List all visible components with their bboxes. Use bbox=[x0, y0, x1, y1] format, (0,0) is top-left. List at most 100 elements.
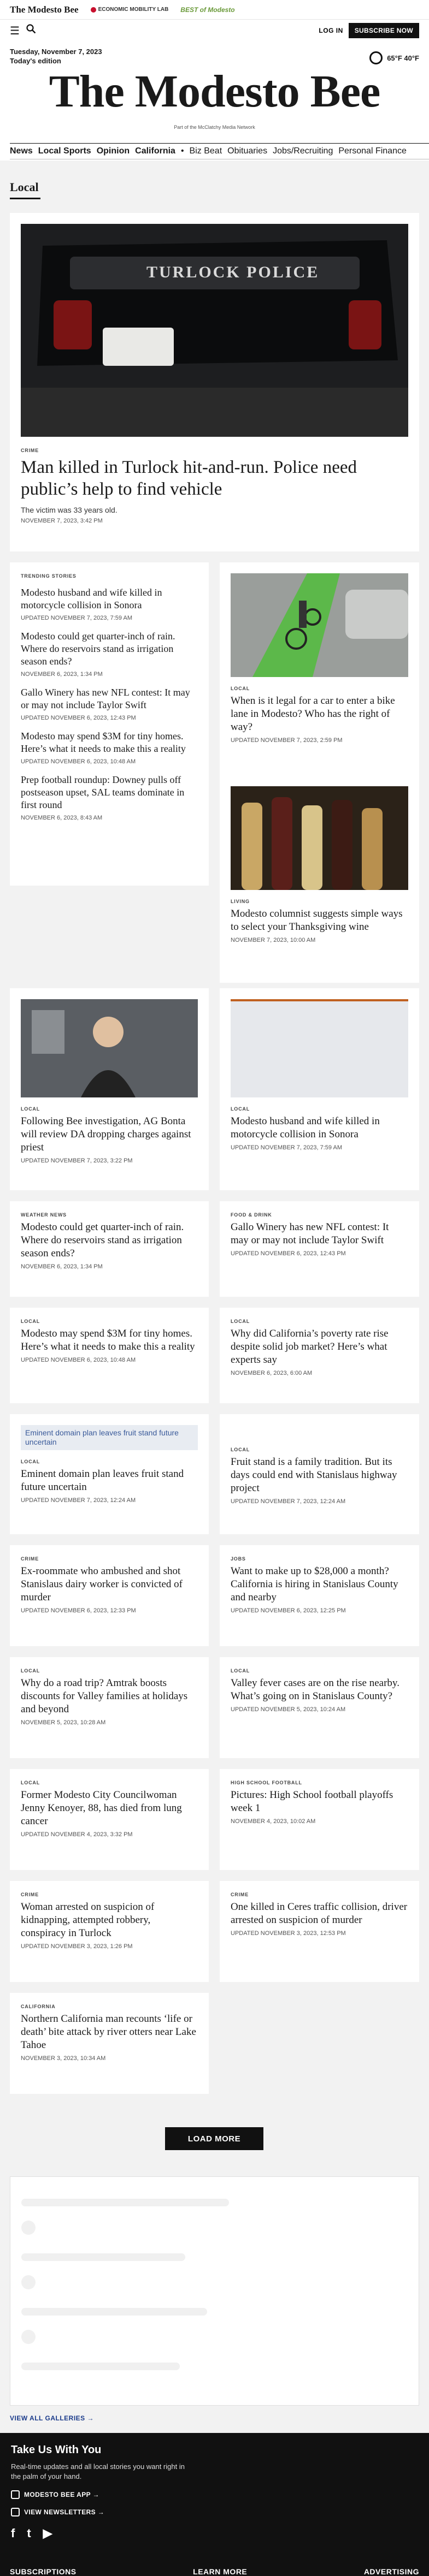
todays-edition-link[interactable]: Today's edition bbox=[10, 57, 61, 65]
story-kicker[interactable]: LOCAL bbox=[231, 1447, 408, 1452]
trending-item[interactable]: Modesto husband and wife killed in motor… bbox=[21, 586, 198, 621]
story-kicker[interactable]: WEATHER NEWS bbox=[21, 1212, 198, 1218]
story-card[interactable]: WEATHER NEWS Modesto could get quarter-i… bbox=[10, 1201, 209, 1297]
story-card[interactable]: FOOD & DRINK Gallo Winery has new NFL co… bbox=[220, 1201, 419, 1297]
priest-photo[interactable] bbox=[21, 999, 198, 1097]
story-card[interactable]: LOCAL Fruit stand is a family tradition.… bbox=[220, 1414, 419, 1534]
trending-item[interactable]: Gallo Winery has new NFL contest: It may… bbox=[21, 686, 198, 721]
lead-photo[interactable]: TURLOCK POLICE bbox=[21, 224, 408, 437]
story-kicker[interactable]: JOBS bbox=[231, 1556, 408, 1562]
story-card[interactable]: LOCAL Why did California’s poverty rate … bbox=[220, 1308, 419, 1403]
best-of-modesto-link[interactable]: BEST of Modesto bbox=[180, 6, 234, 14]
story-card[interactable]: LIVING Modesto columnist suggests simple… bbox=[220, 775, 419, 983]
story-kicker[interactable]: LOCAL bbox=[231, 1319, 408, 1324]
story-kicker[interactable]: CRIME bbox=[21, 1892, 198, 1897]
story-card[interactable]: CRIME Woman arrested on suspicion of kid… bbox=[10, 1881, 209, 1982]
weather-widget[interactable]: 65°F 40°F bbox=[369, 51, 419, 64]
story-card[interactable]: LOCAL Following Bee investigation, AG Bo… bbox=[10, 988, 209, 1190]
trending-headline[interactable]: Gallo Winery has new NFL contest: It may… bbox=[21, 686, 198, 711]
story-headline[interactable]: Want to make up to $28,000 a month? Cali… bbox=[231, 1565, 408, 1604]
subscribe-button[interactable]: SUBSCRIBE NOW bbox=[348, 23, 419, 38]
story-card[interactable]: CRIME Ex-roommate who ambushed and shot … bbox=[10, 1545, 209, 1646]
story-card[interactable]: LOCAL Modesto husband and wife killed in… bbox=[220, 988, 419, 1190]
story-headline[interactable]: Woman arrested on suspicion of kidnappin… bbox=[21, 1901, 198, 1940]
masthead[interactable]: The Modesto Bee bbox=[10, 69, 419, 115]
story-headline[interactable]: Northern California man recounts ‘life o… bbox=[21, 2013, 198, 2052]
economic-mobility-link[interactable]: ECONOMIC MOBILITY LAB bbox=[90, 7, 168, 13]
story-headline[interactable]: Gallo Winery has new NFL contest: It may… bbox=[231, 1221, 408, 1247]
story-card[interactable]: LOCAL Former Modesto City Councilwoman J… bbox=[10, 1769, 209, 1870]
story-card[interactable]: Eminent domain plan leaves fruit stand f… bbox=[10, 1414, 209, 1534]
menu-icon[interactable]: ☰ bbox=[10, 24, 20, 38]
story-card[interactable]: LOCAL Valley fever cases are on the rise… bbox=[220, 1657, 419, 1758]
broken-image-alt[interactable]: Eminent domain plan leaves fruit stand f… bbox=[21, 1425, 198, 1450]
lead-kicker[interactable]: CRIME bbox=[21, 448, 408, 453]
trending-item[interactable]: Modesto could get quarter-inch of rain. … bbox=[21, 630, 198, 678]
youtube-icon[interactable]: ▶ bbox=[43, 2526, 52, 2541]
trending-item[interactable]: Modesto may spend $3M for tiny homes. He… bbox=[21, 730, 198, 765]
login-button[interactable]: LOG IN bbox=[319, 27, 343, 34]
view-all-galleries-link[interactable]: VIEW ALL GALLERIES → bbox=[10, 2414, 94, 2422]
story-card[interactable]: LOCAL When is it legal for a car to ente… bbox=[220, 562, 419, 775]
story-headline[interactable]: When is it legal for a car to enter a bi… bbox=[231, 695, 408, 734]
load-more-button[interactable]: LOAD MORE bbox=[165, 2127, 263, 2150]
app-link[interactable]: MODESTO BEE APP → bbox=[11, 2490, 418, 2499]
story-card[interactable]: LOCAL Why do a road trip? Amtrak boosts … bbox=[10, 1657, 209, 1758]
trending-headline[interactable]: Prep football roundup: Downey pulls off … bbox=[21, 774, 198, 811]
story-kicker[interactable]: LOCAL bbox=[21, 1668, 198, 1673]
story-headline[interactable]: Ex-roommate who ambushed and shot Stanis… bbox=[21, 1565, 198, 1604]
nav-biz-beat[interactable]: Biz Beat bbox=[190, 146, 222, 156]
story-headline[interactable]: Why did California’s poverty rate rise d… bbox=[231, 1327, 408, 1367]
site-logo-small[interactable]: The Modesto Bee bbox=[10, 4, 79, 15]
story-kicker[interactable]: LOCAL bbox=[21, 1780, 198, 1785]
lead-story-card[interactable]: TURLOCK POLICE CRIME Man killed in Turlo… bbox=[10, 213, 419, 551]
story-headline[interactable]: Valley fever cases are on the rise nearb… bbox=[231, 1677, 408, 1703]
story-card[interactable]: JOBS Want to make up to $28,000 a month?… bbox=[220, 1545, 419, 1646]
trending-headline[interactable]: Modesto husband and wife killed in motor… bbox=[21, 586, 198, 612]
story-kicker[interactable]: LOCAL bbox=[231, 686, 408, 691]
trending-headline[interactable]: Modesto may spend $3M for tiny homes. He… bbox=[21, 730, 198, 755]
story-kicker[interactable]: CRIME bbox=[21, 1556, 198, 1562]
nav-personal-finance[interactable]: Personal Finance bbox=[338, 146, 407, 156]
story-headline[interactable]: Modesto could get quarter-inch of rain. … bbox=[21, 1221, 198, 1260]
story-card[interactable]: CRIME One killed in Ceres traffic collis… bbox=[220, 1881, 419, 1982]
nav-jobs[interactable]: Jobs/Recruiting bbox=[273, 146, 333, 156]
nav-local-sports[interactable]: Local Sports bbox=[38, 146, 91, 156]
story-headline[interactable]: Modesto husband and wife killed in motor… bbox=[231, 1115, 408, 1141]
story-headline[interactable]: Following Bee investigation, AG Bonta wi… bbox=[21, 1115, 198, 1154]
photo-gallery-placeholder[interactable] bbox=[10, 2176, 419, 2406]
story-kicker[interactable]: LOCAL bbox=[231, 1668, 408, 1673]
story-kicker[interactable]: LOCAL bbox=[21, 1106, 198, 1112]
nav-obituaries[interactable]: Obituaries bbox=[227, 146, 267, 156]
motorcycle-photo-placeholder[interactable] bbox=[231, 999, 408, 1097]
story-headline[interactable]: Eminent domain plan leaves fruit stand f… bbox=[21, 1468, 198, 1494]
search-icon[interactable] bbox=[26, 24, 36, 37]
trending-item[interactable]: Prep football roundup: Downey pulls off … bbox=[21, 774, 198, 821]
story-kicker[interactable]: LOCAL bbox=[231, 1106, 408, 1112]
nav-california[interactable]: California bbox=[135, 146, 175, 156]
bike-lane-photo[interactable] bbox=[231, 573, 408, 677]
story-kicker[interactable]: LIVING bbox=[231, 899, 408, 904]
story-headline[interactable]: Pictures: High School football playoffs … bbox=[231, 1789, 408, 1815]
story-kicker[interactable]: LOCAL bbox=[21, 1459, 198, 1464]
story-headline[interactable]: Modesto columnist suggests simple ways t… bbox=[231, 907, 408, 934]
twitter-icon[interactable]: t bbox=[27, 2526, 31, 2541]
story-kicker[interactable]: HIGH SCHOOL FOOTBALL bbox=[231, 1780, 408, 1785]
story-kicker[interactable]: FOOD & DRINK bbox=[231, 1212, 408, 1218]
story-headline[interactable]: One killed in Ceres traffic collision, d… bbox=[231, 1901, 408, 1927]
newsletters-link[interactable]: VIEW NEWSLETTERS → bbox=[11, 2508, 418, 2516]
story-card[interactable]: CALIFORNIA Northern California man recou… bbox=[10, 1993, 209, 2094]
lead-headline[interactable]: Man killed in Turlock hit-and-run. Polic… bbox=[21, 456, 408, 500]
nav-opinion[interactable]: Opinion bbox=[97, 146, 130, 156]
story-kicker[interactable]: LOCAL bbox=[21, 1319, 198, 1324]
story-headline[interactable]: Former Modesto City Councilwoman Jenny K… bbox=[21, 1789, 198, 1828]
subscriptions-heading[interactable]: SUBSCRIPTIONS bbox=[10, 2567, 77, 2576]
learn-more-heading[interactable]: LEARN MORE bbox=[193, 2567, 247, 2576]
story-kicker[interactable]: CALIFORNIA bbox=[21, 2004, 198, 2009]
advertising-heading[interactable]: ADVERTISING bbox=[364, 2567, 419, 2576]
facebook-icon[interactable]: f bbox=[11, 2526, 15, 2541]
story-headline[interactable]: Why do a road trip? Amtrak boosts discou… bbox=[21, 1677, 198, 1716]
story-kicker[interactable]: CRIME bbox=[231, 1892, 408, 1897]
story-headline[interactable]: Modesto may spend $3M for tiny homes. He… bbox=[21, 1327, 198, 1354]
story-card[interactable]: HIGH SCHOOL FOOTBALL Pictures: High Scho… bbox=[220, 1769, 419, 1870]
